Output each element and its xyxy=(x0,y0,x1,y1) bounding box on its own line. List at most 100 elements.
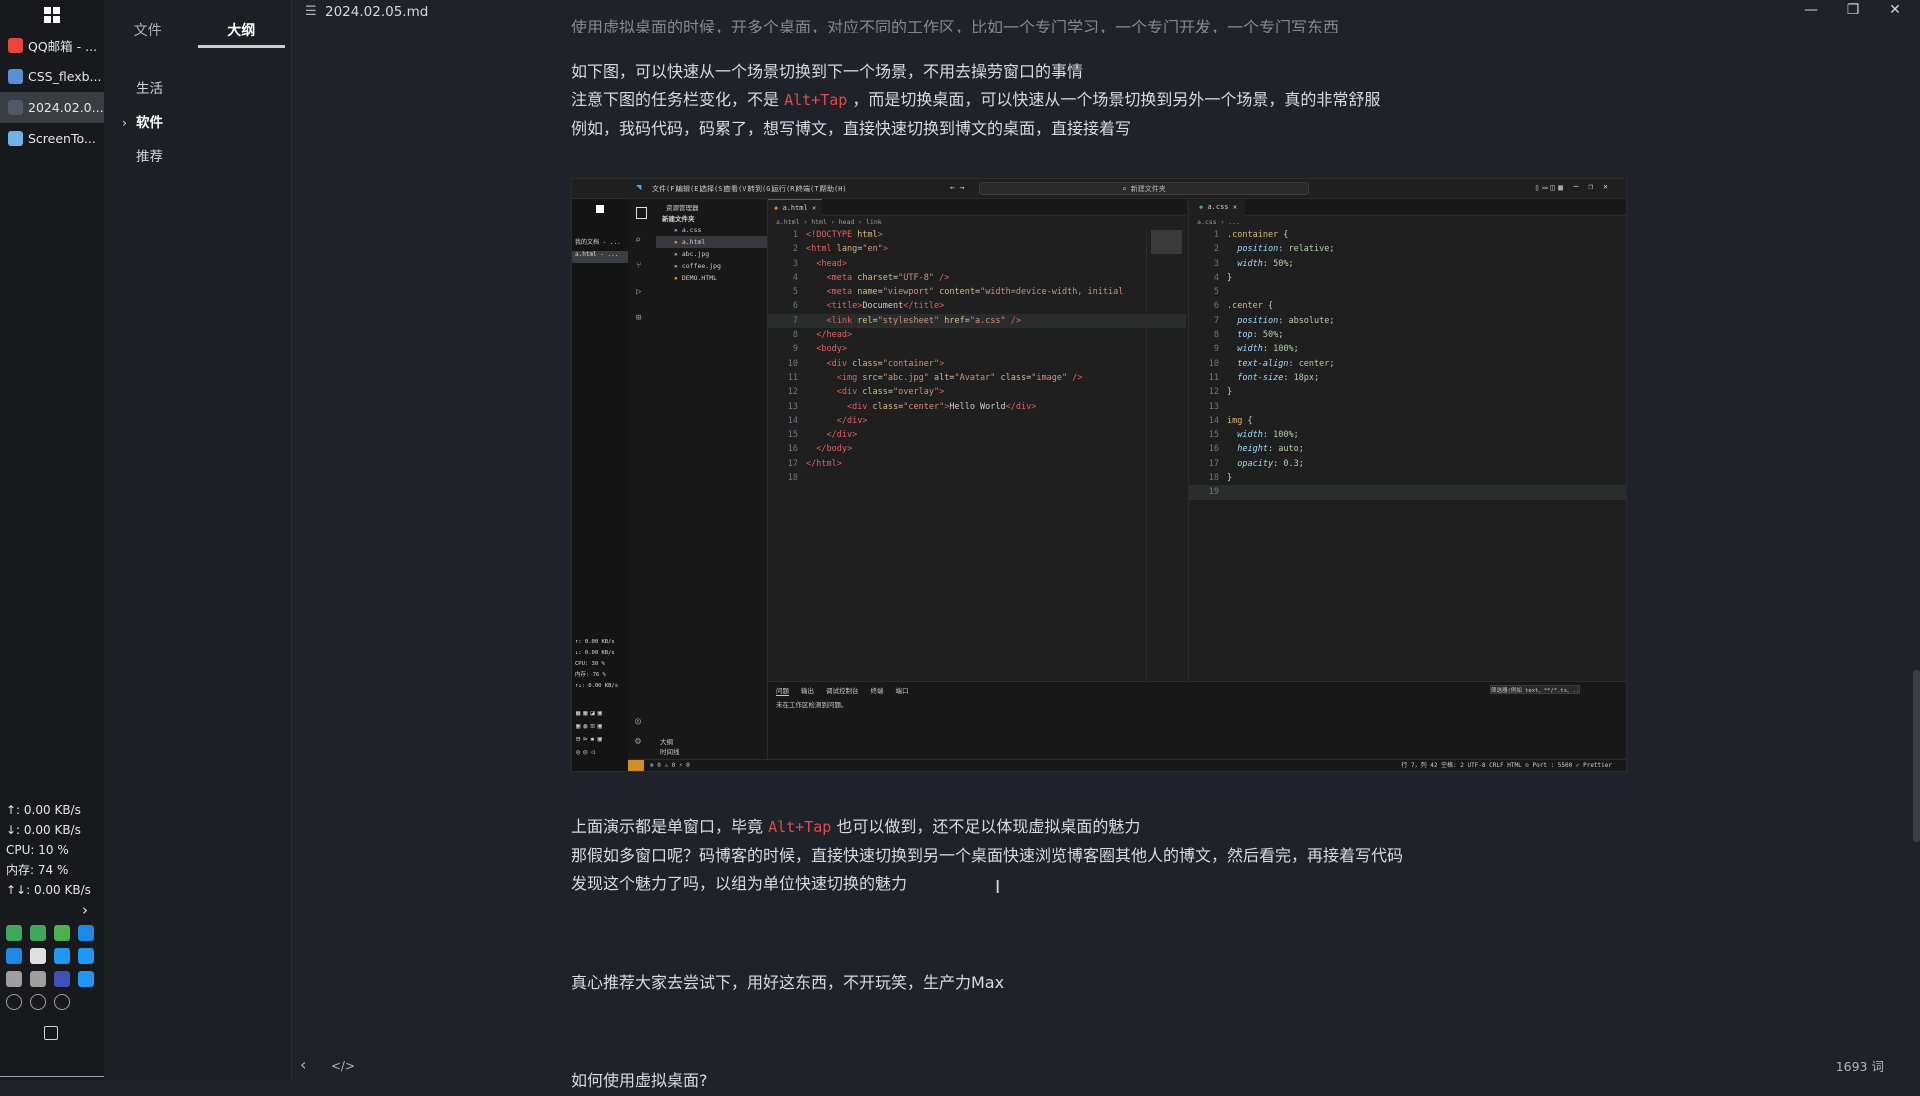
code-token: text-align xyxy=(1237,358,1289,369)
outline-item-software[interactable]: › 软件 xyxy=(104,106,291,140)
code-token: ; xyxy=(1329,244,1335,255)
code-token: > xyxy=(939,358,945,369)
line-number: 9 xyxy=(792,344,798,355)
total-speed: ↑↓: 0.00 KB/s xyxy=(6,883,91,897)
code-token: src xyxy=(862,372,878,383)
code-token: { xyxy=(1242,415,1253,426)
vscode-menu-item: 终端(T) xyxy=(796,185,823,193)
outline-item-life[interactable]: 生活 xyxy=(104,72,291,106)
start-button[interactable] xyxy=(0,0,104,30)
code-line: 12 <div class="overlay"> xyxy=(768,385,1186,399)
vscode-panel: 问题 输出 调试控制台 终端 端口 未在工作区检测到问题。 筛选器(例如 text、**… xyxy=(768,681,1626,759)
code-line: 17 opacity: 0.3; xyxy=(1189,457,1626,471)
download-speed: ↓: 0.00 KB/s xyxy=(6,823,81,837)
code-token: width xyxy=(1237,344,1263,355)
paragraph-line: 注意下图的任务栏变化，不是 Alt+Tap ，而是切换桌面，可以快速从一个场景切… xyxy=(571,86,1380,115)
line-number: 6 xyxy=(792,301,798,312)
outline-item-recommend[interactable]: 推荐 xyxy=(104,140,291,174)
code-token: <div xyxy=(826,358,853,369)
code-token: { xyxy=(1278,230,1289,240)
code-token: /> xyxy=(1072,372,1083,383)
show-desktop-icon[interactable] xyxy=(44,1026,58,1040)
vscode-icon[interactable] xyxy=(78,948,94,964)
explorer-file-item: ▪ DEMO.HTML xyxy=(656,272,767,284)
account-icon: ◎ xyxy=(635,716,642,727)
globe-icon[interactable] xyxy=(30,948,46,964)
code-line: 19 xyxy=(1189,485,1626,500)
inner-taskbar: 我的文档 - ... a.html - ... ↑: 0.00 KB/s ↓: 0… xyxy=(572,199,628,771)
vscode-search-box: ⌕ 新建文件夹 xyxy=(979,182,1309,195)
close-button[interactable]: ✕ xyxy=(1876,2,1914,18)
back-chevron-icon[interactable]: ‹ xyxy=(300,1055,306,1074)
h-icon-2[interactable] xyxy=(30,925,46,941)
mute-icon[interactable] xyxy=(54,994,70,1010)
document-scrollbar[interactable] xyxy=(1913,670,1920,842)
code-token: </title> xyxy=(903,301,945,312)
code-token: : xyxy=(1252,330,1263,341)
code-token: height xyxy=(1237,444,1268,455)
file-name: abc.jpg xyxy=(681,250,710,258)
code-token: </body> xyxy=(816,444,853,455)
line-number: 11 xyxy=(1208,372,1219,383)
chevron-right-icon[interactable]: › xyxy=(122,106,127,140)
tab-files[interactable]: 文件 xyxy=(104,0,192,48)
edge-icon[interactable] xyxy=(78,925,94,941)
code-line: 6 <title>Document</title> xyxy=(768,299,1186,313)
bag-icon[interactable] xyxy=(6,994,22,1010)
restore-button[interactable]: ❐ xyxy=(1834,2,1872,18)
line-number: 7 xyxy=(1213,315,1219,326)
pointer-icon[interactable] xyxy=(30,971,46,987)
taskbar-window-item[interactable]: QQ邮箱 - ... xyxy=(0,30,104,61)
code-token: > xyxy=(882,244,888,255)
line-number: 12 xyxy=(787,387,798,398)
code-line: 18} xyxy=(1189,471,1626,485)
inner-stat-line: ↓: 0.00 KB/s xyxy=(575,650,615,656)
code-token: : xyxy=(1262,430,1274,441)
word-count[interactable]: 1693 词 xyxy=(1836,1056,1884,1075)
code-line: 8 top: 50%; xyxy=(1189,328,1626,342)
tab-outline[interactable]: 大纲 xyxy=(197,0,285,48)
cloud-icon[interactable] xyxy=(54,925,70,941)
lightning-icon[interactable] xyxy=(78,971,94,987)
taskbar-window-label: CSS_flexb... xyxy=(28,69,102,84)
explorer-title: 资源管理器 xyxy=(666,204,699,212)
status-left: ⊗ 0 ⚠ 0 ⚡ 0 xyxy=(650,762,690,769)
minimize-button[interactable]: — xyxy=(1792,2,1830,18)
code-token: "center" xyxy=(903,401,945,412)
taskbar-window-item[interactable]: 2024.02.0... xyxy=(0,92,104,123)
inner-stat-line: 内存: 76 % xyxy=(575,672,606,678)
paragraph-line: 发现这个魅力了吗，以组为单位快速切换的魅力 xyxy=(571,874,908,893)
inner-task-item: a.html - ... xyxy=(572,251,628,263)
code-token: width xyxy=(1237,258,1263,269)
line-number: 17 xyxy=(787,458,798,469)
code-line: 14 </div> xyxy=(768,414,1186,428)
code-token: : xyxy=(1267,444,1279,455)
code-line: 11 <img src="abc.jpg" alt="Avatar" class… xyxy=(768,371,1186,385)
vscode-menu-item: 查看(V) xyxy=(724,185,751,193)
upload-speed: ↑: 0.00 KB/s xyxy=(6,803,81,817)
shield-icon[interactable] xyxy=(30,994,46,1010)
h-icon-1[interactable] xyxy=(6,925,22,941)
timeline-section-label: 时间线 xyxy=(660,748,680,756)
heading-cut-bottom: 如何使用虚拟桌面? xyxy=(571,1071,708,1090)
app-icon[interactable] xyxy=(6,948,22,964)
editor-footer-left: ‹ </> xyxy=(300,1055,355,1074)
expand-tray-icon[interactable]: › xyxy=(82,900,88,920)
taskbar-bottom-line xyxy=(0,1076,104,1077)
monitor-icon[interactable] xyxy=(54,948,70,964)
file-name: a.css xyxy=(681,226,702,234)
css-editor: ◆ a.css ✕ a.css › ... 1 .container {2 pos… xyxy=(1188,199,1626,681)
bluetooth-icon[interactable] xyxy=(54,971,70,987)
server-icon[interactable] xyxy=(6,971,22,987)
line-number: 10 xyxy=(1208,358,1219,369)
sidebar-toggle-icon[interactable]: ☰ xyxy=(305,4,317,19)
code-token: ; xyxy=(1278,330,1284,341)
taskbar-window-item[interactable]: ScreenTo... xyxy=(0,123,104,154)
minimap-viewport xyxy=(1151,230,1182,254)
taskbar-window-item[interactable]: CSS_flexb... xyxy=(0,61,104,92)
source-code-mode-icon[interactable]: </> xyxy=(331,1059,355,1073)
